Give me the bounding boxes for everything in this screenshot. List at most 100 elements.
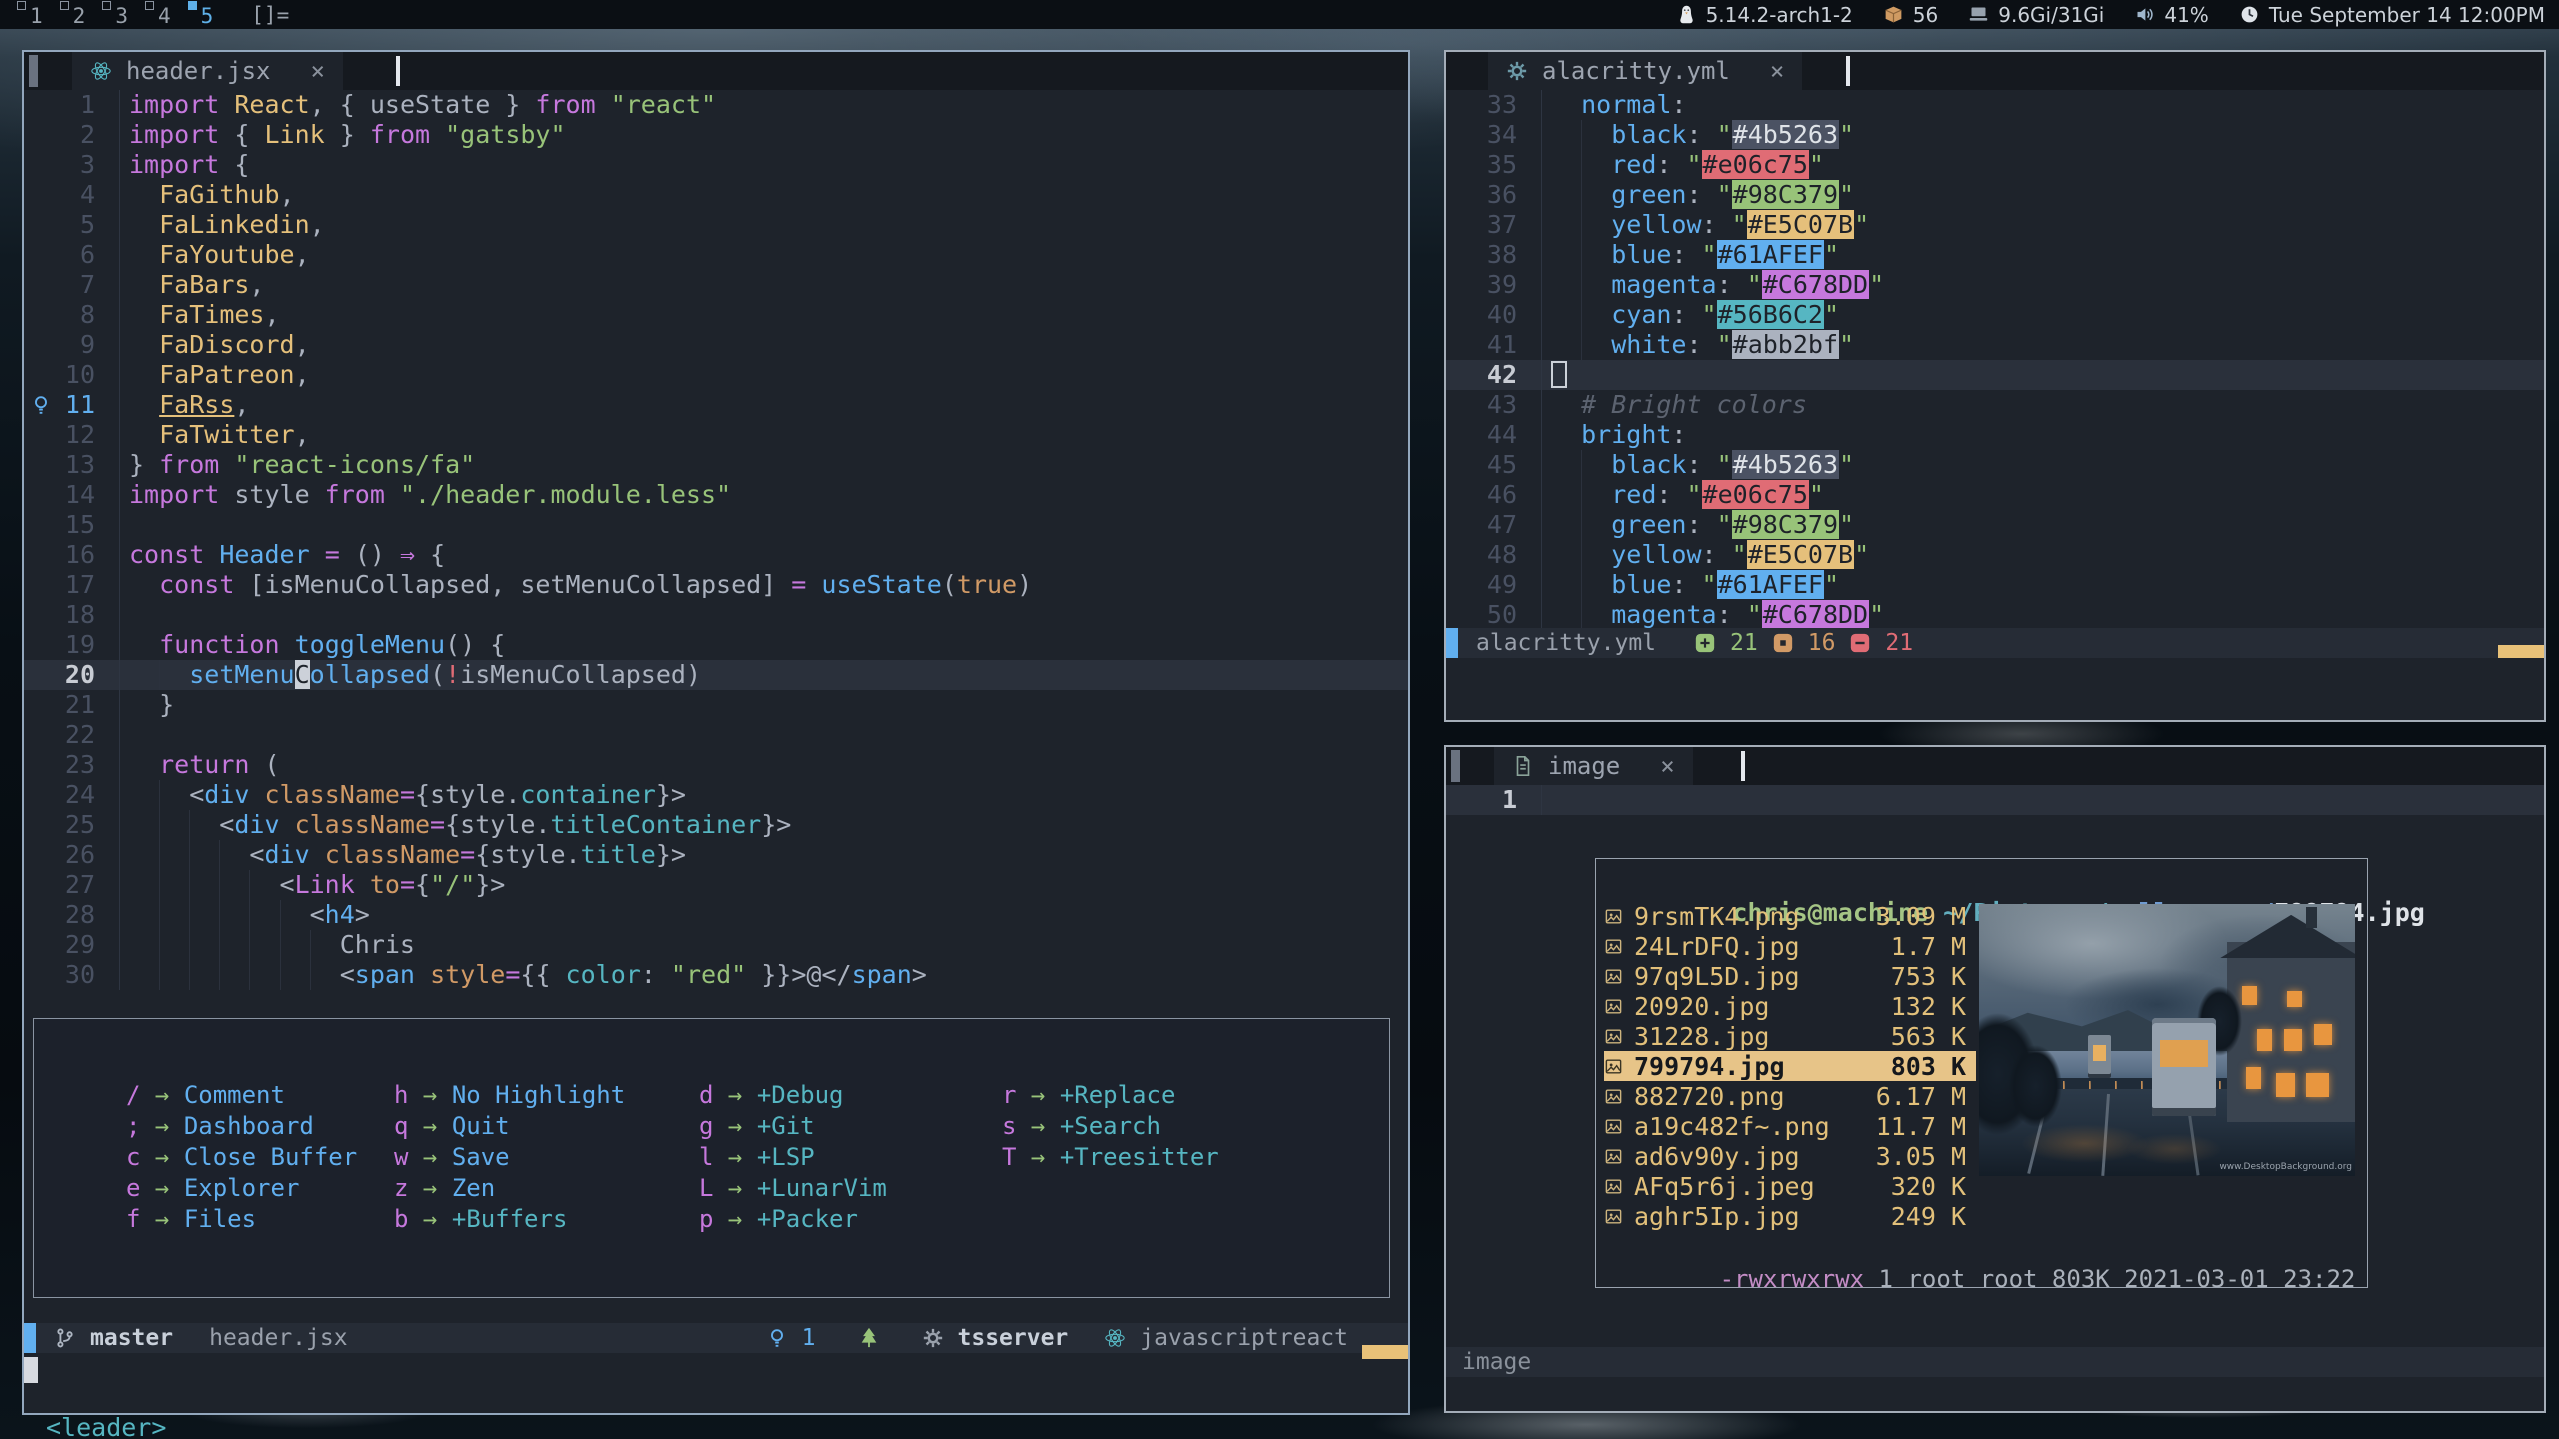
which-key-item-explorer[interactable]: e → Explorer [126, 1174, 299, 1202]
file-row-24LrDFQ.jpg[interactable]: 24LrDFQ.jpg 1.7 M [1604, 931, 1976, 961]
which-key-item-zen[interactable]: z → Zen [394, 1174, 495, 1202]
indent-guide [1581, 150, 1582, 180]
code-line-24[interactable]: 24 <div className={style.container}> [24, 780, 1408, 810]
which-key-item--search[interactable]: s → +Search [1002, 1112, 1161, 1140]
code-line-46[interactable]: 46 red: "#e06c75" [1446, 480, 2544, 510]
file-row-799794.jpg[interactable]: 799794.jpg 803 K [1604, 1051, 1976, 1081]
code-line-49[interactable]: 49 blue: "#61AFEF" [1446, 570, 2544, 600]
code-line-1[interactable]: 1import React, { useState } from "react" [24, 90, 1408, 120]
code-line-50[interactable]: 50 magenta: "#C678DD" [1446, 600, 2544, 630]
tab-image[interactable]: image × [1494, 747, 1693, 785]
code-line-4[interactable]: 4 FaGithub, [24, 180, 1408, 210]
top-status-bar: 12345 []= 5.14.2-arch1-2569.6Gi/31Gi41%T… [0, 0, 2559, 29]
close-icon[interactable]: × [1634, 752, 1674, 780]
close-icon[interactable]: × [1744, 57, 1784, 85]
workspace-3[interactable]: 3 [115, 2, 128, 28]
code-line-8[interactable]: 8 FaTimes, [24, 300, 1408, 330]
file-row-a19c482f~.png[interactable]: a19c482f~.png11.7 M [1604, 1111, 1976, 1141]
code-line-48[interactable]: 48 yellow: "#E5C07B" [1446, 540, 2544, 570]
indent-guide [159, 930, 160, 960]
code-line-13[interactable]: 13} from "react-icons/fa" [24, 450, 1408, 480]
code-line-14[interactable]: 14import style from "./header.module.les… [24, 480, 1408, 510]
which-key-item--lsp[interactable]: l → +LSP [699, 1143, 815, 1171]
code-line-2[interactable]: 2import { Link } from "gatsby" [24, 120, 1408, 150]
tab-alacritty-yml[interactable]: alacritty.yml × [1488, 52, 1802, 90]
git-branch-name[interactable]: master [90, 1325, 173, 1351]
code-line-43[interactable]: 43 # Bright colors [1446, 390, 2544, 420]
code-line-29[interactable]: 29 Chris [24, 930, 1408, 960]
code-line-41[interactable]: 41 white: "#abb2bf" [1446, 330, 2544, 360]
file-size: 1.7 M [1876, 932, 1976, 961]
file-row-882720.png[interactable]: 882720.png6.17 M [1604, 1081, 1976, 1111]
which-key-item-quit[interactable]: q → Quit [394, 1112, 510, 1140]
code-line-30[interactable]: 30 <span style={{ color: "red" }}>@</spa… [24, 960, 1408, 990]
file-row-31228.jpg[interactable]: 31228.jpg 563 K [1604, 1021, 1976, 1051]
code-line-45[interactable]: 45 black: "#4b5263" [1446, 450, 2544, 480]
code-line-19[interactable]: 19 function toggleMenu() { [24, 630, 1408, 660]
code-line-9[interactable]: 9 FaDiscord, [24, 330, 1408, 360]
workspace-1[interactable]: 1 [30, 2, 43, 28]
which-key-item-dashboard[interactable]: ; → Dashboard [126, 1112, 314, 1140]
code-line-15[interactable]: 15 [24, 510, 1408, 540]
code-line-21[interactable]: 21 } [24, 690, 1408, 720]
code-line-40[interactable]: 40 cyan: "#56B6C2" [1446, 300, 2544, 330]
code-line-28[interactable]: 28 <h4> [24, 900, 1408, 930]
code-line-26[interactable]: 26 <div className={style.title}> [24, 840, 1408, 870]
tab-header-jsx[interactable]: header.jsx × [72, 52, 343, 90]
layout-indicator[interactable]: []= [251, 3, 289, 27]
code-line-27[interactable]: 27 <Link to={"/"}> [24, 870, 1408, 900]
code-line-33[interactable]: 33 normal: [1446, 90, 2544, 120]
code-line-44[interactable]: 44 bright: [1446, 420, 2544, 450]
file-row-aghr5Ip.jpg[interactable]: aghr5Ip.jpg 249 K [1604, 1201, 1976, 1231]
code-line-47[interactable]: 47 green: "#98C379" [1446, 510, 2544, 540]
code-line-12[interactable]: 12 FaTwitter, [24, 420, 1408, 450]
code-line-23[interactable]: 23 return ( [24, 750, 1408, 780]
code-line-16[interactable]: 16const Header = () ⇒ { [24, 540, 1408, 570]
code-line-36[interactable]: 36 green: "#98C379" [1446, 180, 2544, 210]
code-line-10[interactable]: 10 FaPatreon, [24, 360, 1408, 390]
code-line-34[interactable]: 34 black: "#4b5263" [1446, 120, 2544, 150]
code-line-6[interactable]: 6 FaYoutube, [24, 240, 1408, 270]
file-row-AFq5r6j.jpeg[interactable]: AFq5r6j.jpeg 320 K [1604, 1171, 1976, 1201]
code-line-3[interactable]: 3import { [24, 150, 1408, 180]
code-line-35[interactable]: 35 red: "#e06c75" [1446, 150, 2544, 180]
line-content: FaRss, [120, 390, 1408, 420]
which-key-item-no-highlight[interactable]: h → No Highlight [394, 1081, 625, 1109]
file-row-ad6v90y.jpg[interactable]: ad6v90y.jpg3.05 M [1604, 1141, 1976, 1171]
code-line-11[interactable]: 11 FaRss, [24, 390, 1408, 420]
file-row-9rsmTK4.png[interactable]: 9rsmTK4.png3.09 M [1604, 901, 1976, 931]
file-row-20920.jpg[interactable]: 20920.jpg 132 K [1604, 991, 1976, 1021]
which-key-item-close-buffer[interactable]: c → Close Buffer [126, 1143, 357, 1171]
which-key-item--debug[interactable]: d → +Debug [699, 1081, 844, 1109]
code-line-20[interactable]: 20 setMenuCollapsed(!isMenuCollapsed) [24, 660, 1408, 690]
code-line-1[interactable]: 1 [1446, 785, 2544, 815]
code-line-5[interactable]: 5 FaLinkedin, [24, 210, 1408, 240]
close-icon[interactable]: × [285, 57, 325, 85]
code-line-39[interactable]: 39 magenta: "#C678DD" [1446, 270, 2544, 300]
code-line-18[interactable]: 18 [24, 600, 1408, 630]
which-key-item-comment[interactable]: / → Comment [126, 1081, 285, 1109]
scrollbar-position-marker[interactable] [2498, 645, 2544, 658]
command-line[interactable]: <leader> <esc> close <bs> go up one leve… [24, 1355, 1408, 1385]
workspace-5[interactable]: 5 [201, 2, 214, 28]
file-row-97q9L5D.jpg[interactable]: 97q9L5D.jpg 753 K [1604, 961, 1976, 991]
which-key-item--treesitter[interactable]: T → +Treesitter [1002, 1143, 1219, 1171]
which-key-item--git[interactable]: g → +Git [699, 1112, 815, 1140]
workspace-2[interactable]: 2 [73, 2, 86, 28]
code-line-7[interactable]: 7 FaBars, [24, 270, 1408, 300]
which-key-item-files[interactable]: f → Files [126, 1205, 256, 1233]
code-line-17[interactable]: 17 const [isMenuCollapsed, setMenuCollap… [24, 570, 1408, 600]
lightbulb-icon[interactable] [30, 393, 52, 423]
which-key-item--replace[interactable]: r → +Replace [1002, 1081, 1175, 1109]
token: = [325, 540, 340, 569]
which-key-item--lunarvim[interactable]: L → +LunarVim [699, 1174, 887, 1202]
workspace-4[interactable]: 4 [158, 2, 171, 28]
which-key-item--buffers[interactable]: b → +Buffers [394, 1205, 567, 1233]
code-line-37[interactable]: 37 yellow: "#E5C07B" [1446, 210, 2544, 240]
code-line-42[interactable]: 42 [1446, 360, 2544, 390]
code-line-22[interactable]: 22 [24, 720, 1408, 750]
code-line-25[interactable]: 25 <div className={style.titleContainer}… [24, 810, 1408, 840]
which-key-item-save[interactable]: w → Save [394, 1143, 510, 1171]
code-line-38[interactable]: 38 blue: "#61AFEF" [1446, 240, 2544, 270]
which-key-item--packer[interactable]: p → +Packer [699, 1205, 858, 1233]
